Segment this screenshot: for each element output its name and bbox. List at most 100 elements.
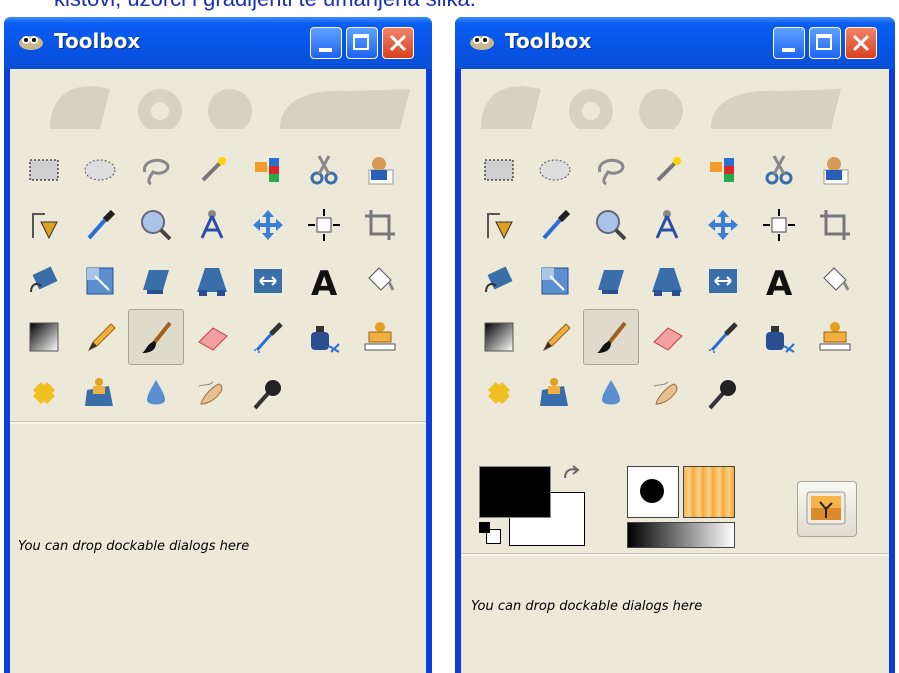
tool-text-button[interactable]: A [751, 253, 807, 309]
tool-paintbrush-button[interactable] [128, 309, 184, 365]
tool-foreground-select-button[interactable] [807, 141, 863, 197]
tool-flip-button[interactable] [695, 253, 751, 309]
tool-free-select-button[interactable] [128, 141, 184, 197]
maximize-button[interactable] [346, 27, 378, 59]
tool-bucket-fill-button[interactable] [352, 253, 408, 309]
tool-color-picker-button[interactable] [72, 197, 128, 253]
tool-paintbrush-button[interactable] [583, 309, 639, 365]
tool-scale-button[interactable] [527, 253, 583, 309]
tool-blend-button[interactable] [471, 309, 527, 365]
tool-perspective-button[interactable] [639, 253, 695, 309]
tool-eraser-button[interactable] [639, 309, 695, 365]
tool-ellipse-select-button[interactable] [72, 141, 128, 197]
tool-clone-button[interactable] [352, 309, 408, 365]
maximize-button[interactable] [809, 27, 841, 59]
tool-align-button[interactable] [751, 197, 807, 253]
rotate-icon [30, 266, 58, 293]
tool-paths-button[interactable] [16, 197, 72, 253]
move-icon [253, 210, 283, 240]
tool-smudge-button[interactable] [184, 365, 240, 421]
tool-perspective-clone-button[interactable] [72, 365, 128, 421]
tool-rotate-button[interactable] [471, 253, 527, 309]
svg-text:A: A [766, 264, 793, 298]
tool-rect-select-button[interactable] [471, 141, 527, 197]
tool-move-button[interactable] [240, 197, 296, 253]
tool-measure-button[interactable] [639, 197, 695, 253]
tool-fuzzy-select-button[interactable] [184, 141, 240, 197]
pencil-icon [87, 323, 116, 352]
tool-zoom-button[interactable] [583, 197, 639, 253]
tool-paths-button[interactable] [471, 197, 527, 253]
zoom-icon [596, 210, 627, 241]
gimp-icon [19, 36, 43, 50]
brush-indicator[interactable] [627, 466, 679, 518]
tool-perspective-clone-button[interactable] [527, 365, 583, 421]
tool-move-button[interactable] [695, 197, 751, 253]
tool-scale-button[interactable] [72, 253, 128, 309]
tool-ellipse-select-button[interactable] [527, 141, 583, 197]
tool-ink-button[interactable] [751, 309, 807, 365]
minimize-button[interactable] [773, 27, 805, 59]
tool-zoom-button[interactable] [128, 197, 184, 253]
airbrush-icon [709, 322, 738, 353]
title-bar[interactable]: Toolbox [4, 17, 432, 69]
close-button[interactable] [382, 27, 414, 59]
tool-airbrush-button[interactable] [240, 309, 296, 365]
tool-bucket-fill-button[interactable] [807, 253, 863, 309]
tool-crop-button[interactable] [352, 197, 408, 253]
tool-shear-button[interactable] [583, 253, 639, 309]
minimize-button[interactable] [310, 27, 342, 59]
free-select-icon [597, 158, 625, 186]
tool-heal-button[interactable] [471, 365, 527, 421]
tool-free-select-button[interactable] [583, 141, 639, 197]
image-thumbnail-button[interactable] [797, 481, 857, 537]
rotate-icon [485, 266, 513, 293]
foreground-color-swatch[interactable] [479, 466, 551, 518]
tool-align-button[interactable] [296, 197, 352, 253]
tool-blur-button[interactable] [128, 365, 184, 421]
default-colors-icon[interactable] [479, 522, 501, 544]
tool-scissors-select-button[interactable] [751, 141, 807, 197]
tool-by-color-select-button[interactable] [695, 141, 751, 197]
tool-measure-button[interactable] [184, 197, 240, 253]
close-icon [389, 34, 407, 52]
tool-blend-button[interactable] [16, 309, 72, 365]
tool-perspective-button[interactable] [184, 253, 240, 309]
close-button[interactable] [845, 27, 877, 59]
tool-smudge-button[interactable] [639, 365, 695, 421]
tool-heal-button[interactable] [16, 365, 72, 421]
perspective-clone-icon [85, 378, 113, 406]
text-icon: A [766, 264, 793, 298]
tool-foreground-select-button[interactable] [352, 141, 408, 197]
tool-pencil-button[interactable] [527, 309, 583, 365]
tool-color-picker-button[interactable] [527, 197, 583, 253]
tool-fuzzy-select-button[interactable] [639, 141, 695, 197]
tool-flip-button[interactable] [240, 253, 296, 309]
blur-icon [602, 380, 620, 405]
fg-bg-color-indicator[interactable] [479, 464, 589, 554]
tool-dodge-burn-button[interactable] [240, 365, 296, 421]
tool-eraser-button[interactable] [184, 309, 240, 365]
measure-icon [200, 210, 224, 239]
pattern-indicator[interactable] [683, 466, 735, 518]
tool-text-button[interactable]: A [296, 253, 352, 309]
toolbox-body: A You can drop dockable dialogs here [461, 69, 889, 673]
gradient-indicator[interactable] [627, 522, 735, 548]
tool-crop-button[interactable] [807, 197, 863, 253]
title-bar[interactable]: Toolbox [455, 17, 895, 69]
tool-dodge-burn-button[interactable] [695, 365, 751, 421]
move-icon [708, 210, 738, 240]
heal-icon [33, 382, 55, 404]
tool-scissors-select-button[interactable] [296, 141, 352, 197]
tool-ink-button[interactable] [296, 309, 352, 365]
tool-clone-button[interactable] [807, 309, 863, 365]
tool-by-color-select-button[interactable] [240, 141, 296, 197]
swap-colors-icon[interactable] [561, 464, 583, 486]
tool-airbrush-button[interactable] [695, 309, 751, 365]
tool-rotate-button[interactable] [16, 253, 72, 309]
drop-zone-text: You can drop dockable dialogs here [471, 599, 703, 614]
tool-rect-select-button[interactable] [16, 141, 72, 197]
tool-shear-button[interactable] [128, 253, 184, 309]
tool-pencil-button[interactable] [72, 309, 128, 365]
tool-blur-button[interactable] [583, 365, 639, 421]
